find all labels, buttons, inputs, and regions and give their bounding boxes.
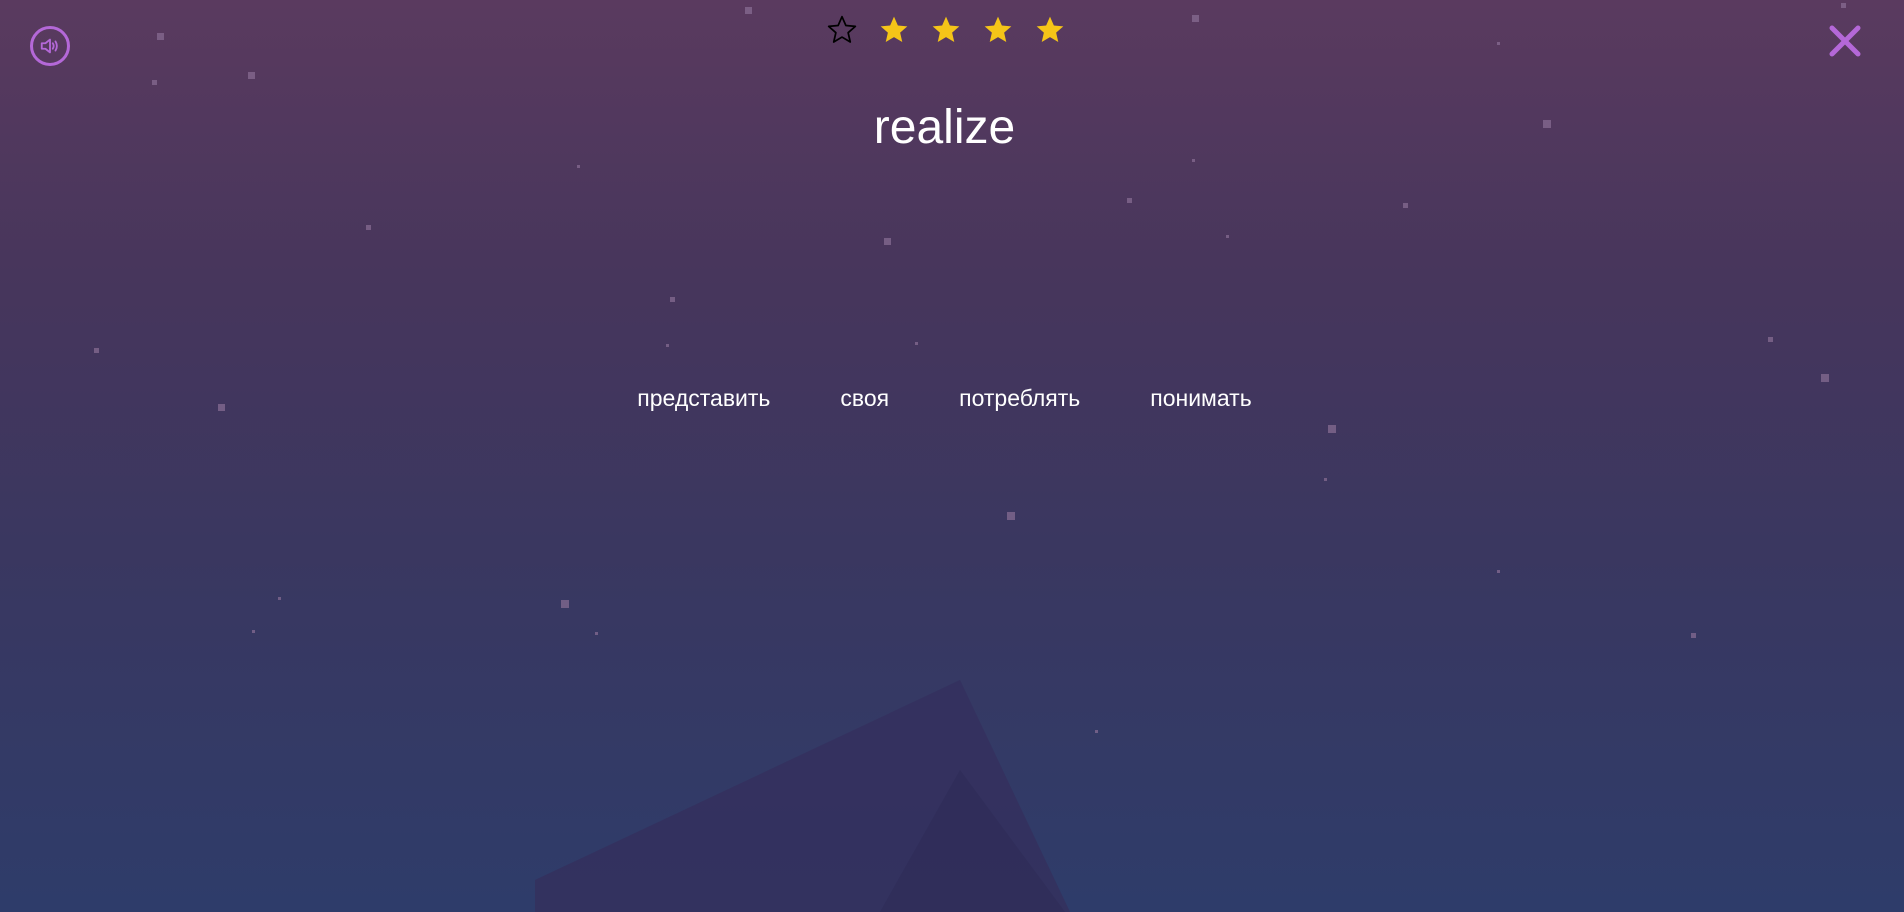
star-filled-icon: [984, 16, 1012, 42]
answer-options: представить своя потреблять понимать: [0, 383, 1889, 413]
mountain-right: [880, 770, 1065, 912]
mountain-left: [535, 680, 1070, 912]
answer-option[interactable]: своя: [840, 383, 889, 413]
star-outline-icon: [827, 15, 857, 43]
rating-stars: [826, 13, 1066, 49]
sound-button[interactable]: [30, 26, 70, 66]
star-filled-icon: [1036, 16, 1064, 42]
answer-option[interactable]: представить: [637, 383, 770, 413]
star-filled-icon: [932, 16, 960, 42]
answer-option[interactable]: потреблять: [959, 383, 1080, 413]
close-icon: [1829, 25, 1861, 57]
close-button[interactable]: [1826, 22, 1864, 60]
answer-option[interactable]: понимать: [1150, 383, 1251, 413]
quiz-word: realize: [873, 101, 1016, 154]
star-filled-icon: [880, 16, 908, 42]
speaker-icon: [39, 35, 61, 57]
